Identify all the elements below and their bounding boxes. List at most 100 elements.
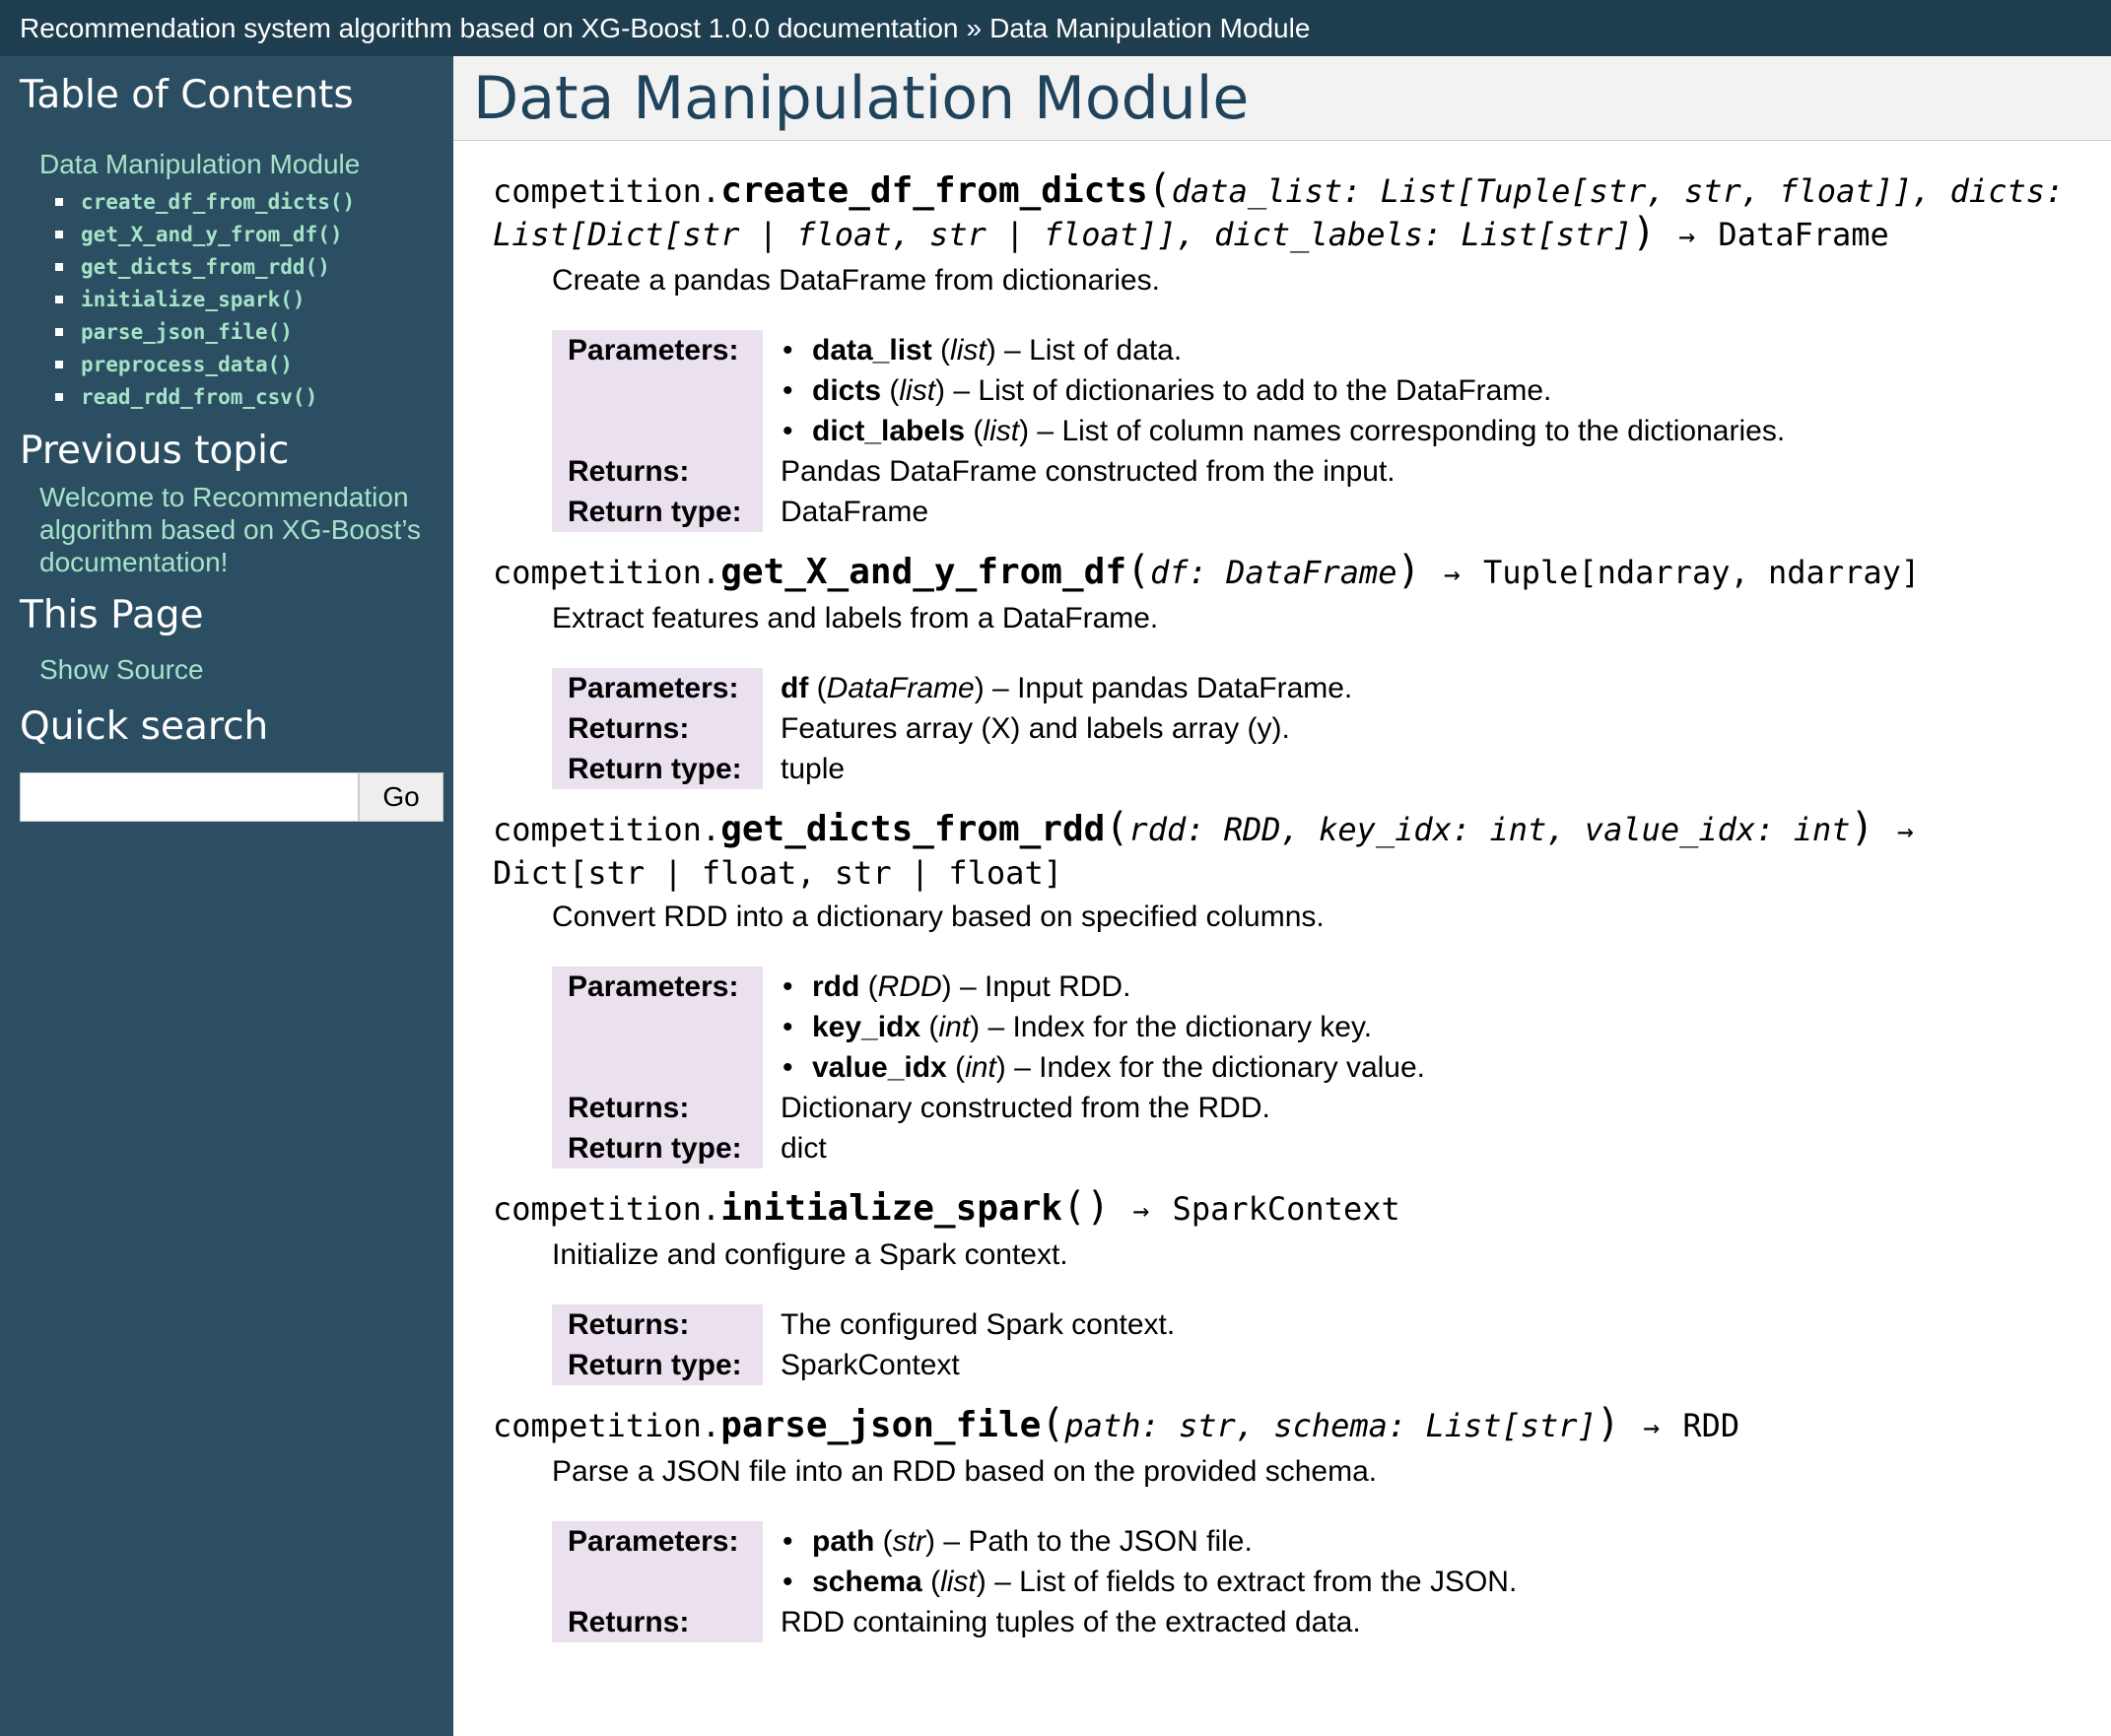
function-description: Extract features and labels from a DataF… [552, 602, 1159, 634]
param-description: List of fields to extract from the JSON. [1019, 1566, 1518, 1598]
param-list: rdd (RDD) – Input RDD. key_idx (int) – I… [781, 967, 1425, 1088]
param-dash: – [1004, 334, 1021, 367]
breadcrumb: Recommendation system algorithm based on… [0, 0, 2111, 56]
module-prefix: competition. [493, 811, 721, 848]
param-type: list [940, 1566, 977, 1598]
function-description: Convert RDD into a dictionary based on s… [552, 901, 1325, 933]
toc-item-get-dicts-from-rdd[interactable]: get_dicts_from_rdd() [55, 251, 453, 284]
module-prefix: competition. [493, 554, 721, 591]
field-label-returns: Returns: [552, 1602, 763, 1642]
param-description: List of dictionaries to add to the DataF… [978, 374, 1552, 407]
field-label-returns: Returns: [552, 451, 763, 492]
close-paren: ) [1596, 1401, 1620, 1446]
function-signature: competition.initialize_spark() → SparkCo… [493, 1186, 2091, 1232]
function-signature: competition.create_df_from_dicts(data_li… [493, 168, 2089, 257]
search-input[interactable] [20, 772, 359, 822]
previous-topic-link[interactable]: Welcome to Recommendation algorithm base… [39, 481, 453, 578]
param-item: schema (list) – List of fields to extrac… [781, 1562, 1517, 1602]
function-params: rdd: RDD, key_idx: int, value_idx: int [1128, 811, 1851, 848]
param-dash: – [1014, 1051, 1031, 1084]
function-list: competition.create_df_from_dicts(data_li… [453, 141, 2111, 1642]
function-params: path: str, schema: List[str] [1064, 1407, 1597, 1444]
toc-list: create_df_from_dicts() get_X_and_y_from_… [55, 186, 453, 414]
param-dash: – [994, 1566, 1011, 1598]
field-label-parameters: Parameters: [552, 330, 763, 451]
toc-item-preprocess-data[interactable]: preprocess_data() [55, 349, 453, 381]
param-description: List of column names corresponding to th… [1061, 415, 1786, 447]
return-annotation: Dict[str | float, str | float] [493, 854, 1062, 892]
go-button[interactable]: Go [359, 772, 443, 822]
returns-value: Pandas DataFrame constructed from the in… [781, 455, 1396, 488]
field-label-parameters: Parameters: [552, 967, 763, 1088]
param-name: key_idx [812, 1011, 921, 1043]
field-label-return-type: Return type: [552, 749, 763, 789]
page-title: Data Manipulation Module [473, 64, 1250, 133]
function-name: get_dicts_from_rdd [720, 809, 1106, 849]
param-item: dict_labels (list) – List of column name… [781, 411, 1785, 451]
param-name: dicts [812, 374, 882, 407]
param-dash: – [992, 672, 1009, 704]
page-header: Data Manipulation Module [453, 56, 2111, 141]
param-description: Path to the JSON file. [968, 1525, 1253, 1558]
return-arrow: → [1678, 220, 1696, 252]
param-description: Index for the dictionary key. [1012, 1011, 1373, 1043]
returns-value: The configured Spark context. [781, 1308, 1176, 1341]
param-dash: – [943, 1525, 960, 1558]
return-annotation: Tuple[ndarray, ndarray] [1483, 554, 1921, 591]
toc-link-module[interactable]: Data Manipulation Module [39, 147, 453, 182]
returns-value: Features array (X) and labels array (y). [781, 712, 1290, 745]
field-label-parameters: Parameters: [552, 668, 763, 708]
function-signature: competition.get_dicts_from_rdd(rdd: RDD,… [493, 807, 1951, 894]
field-label-returns: Returns: [552, 1088, 763, 1128]
sidebar: Table of Contents Data Manipulation Modu… [0, 56, 453, 1736]
param-name: dict_labels [812, 415, 966, 447]
return-type-value: dict [781, 1132, 827, 1165]
param-type: DataFrame [826, 672, 975, 704]
show-source-link[interactable]: Show Source [39, 653, 453, 686]
field-label-returns: Returns: [552, 1304, 763, 1345]
param-dash: – [1037, 415, 1055, 447]
param-description: List of data. [1029, 334, 1183, 367]
param-item: dicts (list) – List of dictionaries to a… [781, 370, 1785, 411]
param-type: int [965, 1051, 996, 1084]
param-list: path (str) – Path to the JSON file. sche… [781, 1521, 1517, 1602]
quick-search-heading: Quick search [20, 704, 269, 749]
module-prefix: competition. [493, 1190, 721, 1228]
param-item: value_idx (int) – Index for the dictiona… [781, 1047, 1425, 1088]
param-type: list [983, 415, 1020, 447]
module-prefix: competition. [493, 1407, 721, 1444]
main-content: Data Manipulation Module competition.cre… [453, 56, 2111, 1736]
toc-item-get-x-and-y-from-df[interactable]: get_X_and_y_from_df() [55, 219, 453, 251]
return-arrow: → [1643, 1411, 1661, 1443]
function-description: Create a pandas DataFrame from dictionar… [552, 264, 1160, 297]
breadcrumb-project-link[interactable]: Recommendation system algorithm based on… [20, 13, 959, 43]
field-label-return-type: Return type: [552, 1345, 763, 1385]
open-paren: ( [1126, 548, 1151, 593]
toc-item-create-df-from-dicts[interactable]: create_df_from_dicts() [55, 186, 453, 219]
this-page-heading: This Page [20, 593, 204, 637]
toc-item-parse-json-file[interactable]: parse_json_file() [55, 316, 453, 349]
breadcrumb-current[interactable]: Data Manipulation Module [989, 13, 1310, 43]
return-arrow: → [1443, 558, 1461, 590]
field-list: Returns: The configured Spark context. R… [552, 1304, 1175, 1385]
field-list: Parameters: df (DataFrame) – Input panda… [552, 668, 1352, 789]
field-list: Parameters: rdd (RDD) – Input RDD. key_i… [552, 967, 1425, 1168]
param-description: Index for the dictionary value. [1039, 1051, 1426, 1084]
param-dash: – [959, 970, 977, 1003]
function-description: Parse a JSON file into an RDD based on t… [552, 1455, 1378, 1488]
return-arrow: → [1896, 815, 1914, 847]
previous-topic-heading: Previous topic [20, 429, 290, 473]
function-name: get_X_and_y_from_df [720, 552, 1126, 592]
param-dash: – [953, 374, 971, 407]
toc-item-initialize-spark[interactable]: initialize_spark() [55, 284, 453, 316]
param-name: path [812, 1525, 875, 1558]
param-type: RDD [877, 970, 942, 1003]
toc-item-read-rdd-from-csv[interactable]: read_rdd_from_csv() [55, 381, 453, 414]
return-arrow: → [1132, 1194, 1150, 1227]
open-paren: ( [1041, 1401, 1065, 1446]
param-name: data_list [812, 334, 932, 367]
close-paren: ) [1086, 1184, 1111, 1230]
function-signature: competition.parse_json_file(path: str, s… [493, 1403, 2091, 1448]
close-paren: ) [1396, 548, 1421, 593]
returns-value: RDD containing tuples of the extracted d… [781, 1606, 1361, 1638]
